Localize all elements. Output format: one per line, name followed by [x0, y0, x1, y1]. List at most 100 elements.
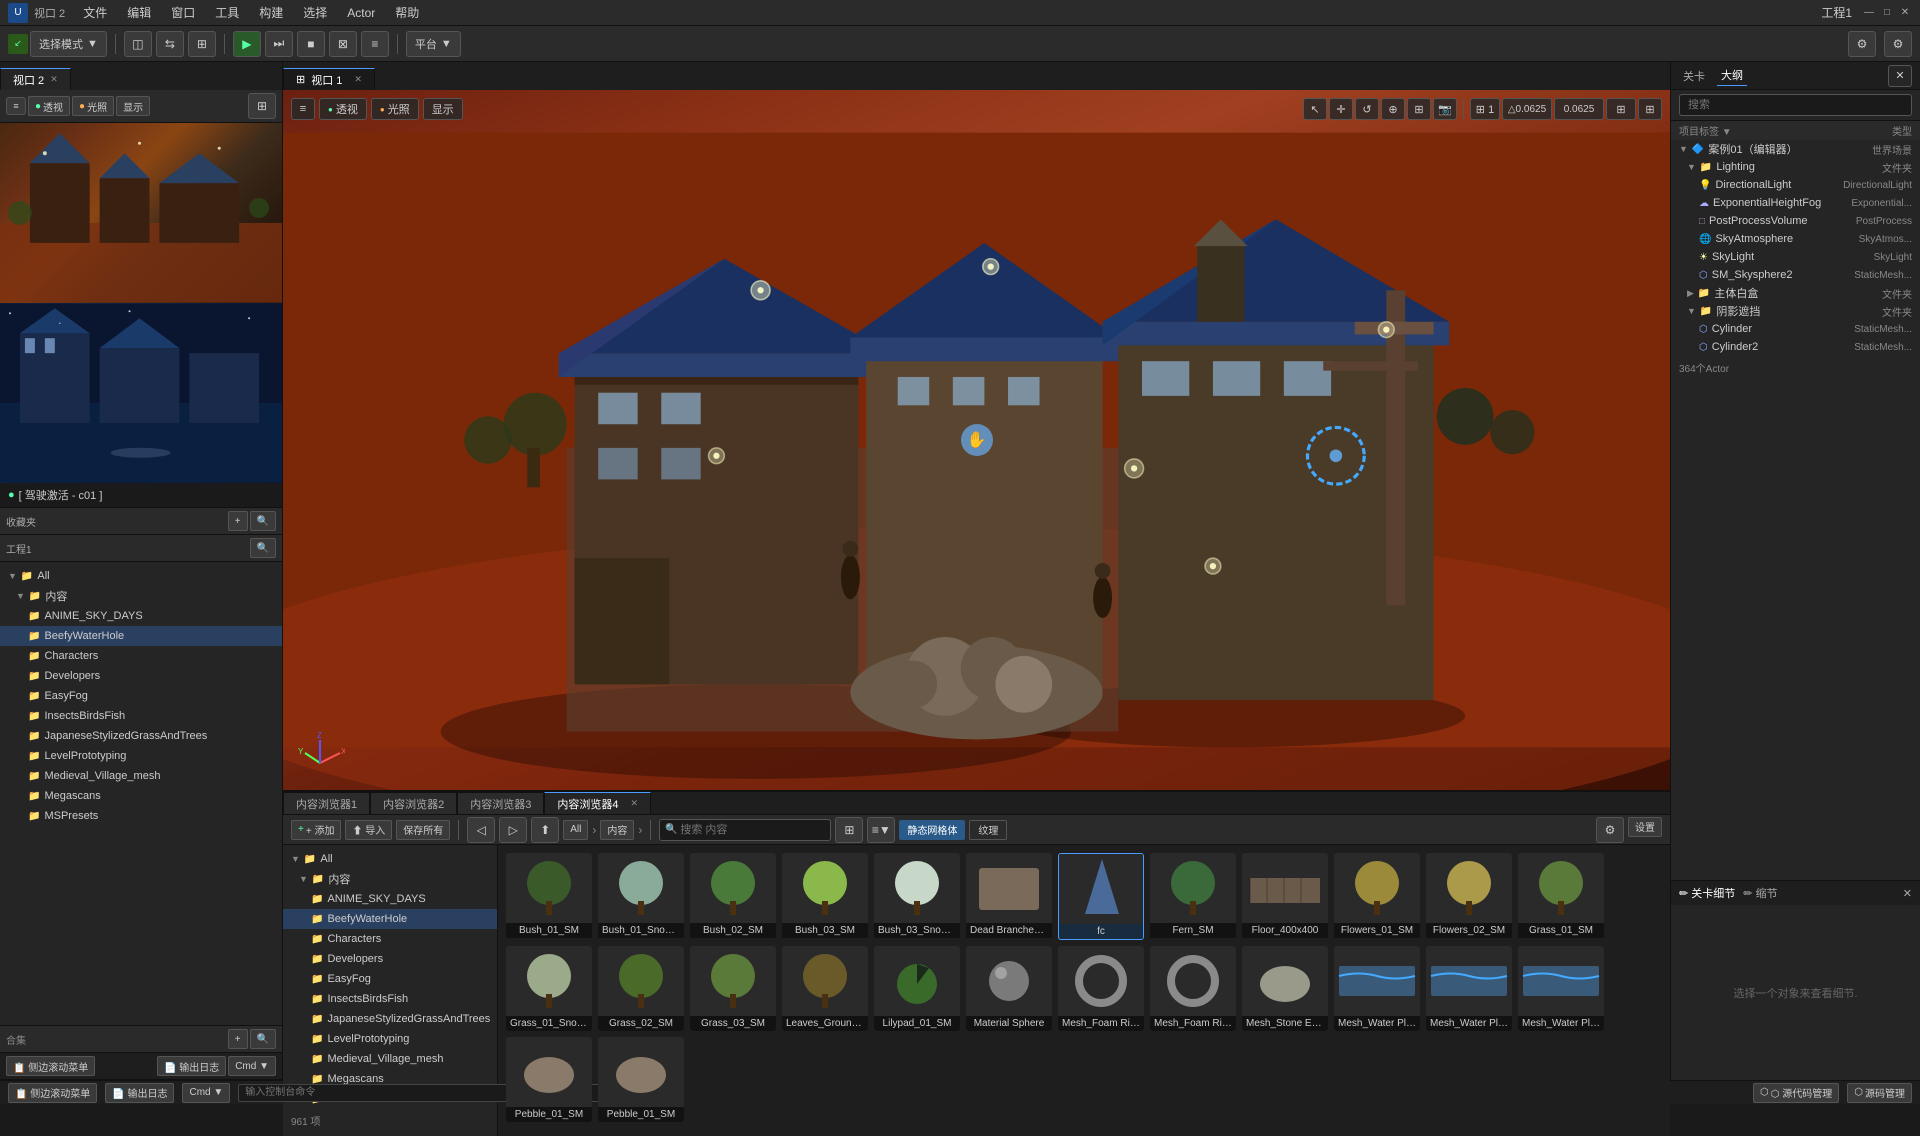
search-combine-btn[interactable]: 🔍: [250, 1029, 276, 1049]
search-project-btn[interactable]: 🔍: [250, 538, 276, 558]
cb-folder-medieval[interactable]: 📁 Medieval_Village_mesh: [283, 1049, 497, 1069]
asset-item-7[interactable]: Fern_SM: [1150, 853, 1236, 940]
cmd-btn[interactable]: Cmd ▼: [228, 1056, 276, 1076]
left-perspective-btn[interactable]: ● 透视: [28, 96, 70, 116]
content-nav-2[interactable]: ▷: [499, 817, 527, 843]
folder-anime-sky[interactable]: 📁 ANIME_SKY_DAYS: [0, 606, 282, 626]
left-viewport-menu[interactable]: ≡: [6, 97, 26, 115]
folder-megascans[interactable]: 📁 Megascans: [0, 786, 282, 806]
menu-item-file[interactable]: 文件: [73, 0, 117, 25]
save-content-btn[interactable]: 保存所有: [396, 820, 450, 840]
cb-folder-easyfog[interactable]: 📁 EasyFog: [283, 969, 497, 989]
folder-easyfog[interactable]: 📁 EasyFog: [0, 686, 282, 706]
asset-item-21[interactable]: Mesh_Water Plane_2K: [1334, 946, 1420, 1031]
asset-item-5[interactable]: Dead Branches_SM: [966, 853, 1052, 940]
asset-item-19[interactable]: Mesh_Foam Ring_Small: [1150, 946, 1236, 1031]
asset-item-1[interactable]: Bush_01_Snow_SM: [598, 853, 684, 940]
outliner-main-body[interactable]: ▶ 📁 主体白盒 文件夹: [1671, 284, 1920, 302]
vp-menu-btn[interactable]: ≡: [291, 98, 315, 120]
filter-texture[interactable]: 纹理: [969, 820, 1007, 840]
folder-insects[interactable]: 📁 InsectsBirdsFish: [0, 706, 282, 726]
vp-camera-tool[interactable]: 📷: [1433, 98, 1457, 120]
platform-button[interactable]: 平台 ▼: [406, 31, 461, 57]
folder-japanese-grass[interactable]: 📁 JapaneseStylizedGrassAndTrees: [0, 726, 282, 746]
settings-button[interactable]: ⚙: [1848, 31, 1876, 57]
menu-item-edit[interactable]: 编辑: [117, 0, 161, 25]
outliner-skyatmosphere[interactable]: 🌐 SkyAtmosphere SkyAtmos...: [1671, 230, 1920, 248]
outliner-search-input[interactable]: [1679, 94, 1912, 116]
play-button[interactable]: ▶: [233, 31, 261, 57]
left-lighting-btn[interactable]: ● 光照: [72, 96, 114, 116]
outliner-cylinder2[interactable]: ⬡ Cylinder2 StaticMesh...: [1671, 338, 1920, 356]
select-mode-button[interactable]: 选择模式 ▼: [30, 31, 107, 57]
cb-folder-beefy[interactable]: 📁 BeefyWaterHole: [283, 909, 497, 929]
cb-folder-anime[interactable]: 📁 ANIME_SKY_DAYS: [283, 889, 497, 909]
scroll-menu-btn[interactable]: 📋 侧边滚动菜单: [6, 1056, 95, 1076]
menu-item-build[interactable]: 构建: [249, 0, 293, 25]
folder-all[interactable]: ▼ 📁 All: [0, 566, 282, 586]
content-nav-3[interactable]: ⬆: [531, 817, 559, 843]
asset-item-14[interactable]: Grass_03_SM: [690, 946, 776, 1031]
import-content-btn[interactable]: ⬆ 导入: [345, 820, 392, 840]
scroll-menu-status[interactable]: 📋 侧边滚动菜单: [8, 1083, 97, 1103]
asset-item-15[interactable]: Leaves_Ground_SM: [782, 946, 868, 1031]
content-search-input[interactable]: [659, 819, 831, 841]
menu-item-help[interactable]: 帮助: [385, 0, 429, 25]
asset-item-17[interactable]: Material Sphere: [966, 946, 1052, 1031]
toolbar-icon-4[interactable]: ⊠: [329, 31, 357, 57]
menu-item-actor[interactable]: Actor: [337, 0, 385, 25]
toolbar-icon-1[interactable]: ◫: [124, 31, 152, 57]
right-panel-close[interactable]: ✕: [1888, 65, 1912, 87]
right-tab-outliner[interactable]: 大纲: [1717, 65, 1747, 86]
asset-item-4[interactable]: Bush_03_Snow_SM: [874, 853, 960, 940]
keyframe-tab[interactable]: ✏ 关卡细节: [1679, 885, 1735, 901]
vp-perspective-btn[interactable]: ● 透视: [319, 98, 367, 120]
folder-content[interactable]: ▼ 📁 内容: [0, 586, 282, 606]
cb-folder-content[interactable]: ▼ 📁 内容: [283, 869, 497, 889]
asset-item-3[interactable]: Bush_03_SM: [782, 853, 868, 940]
content-tab-2[interactable]: 内容浏览器2: [370, 792, 457, 814]
folder-level-proto[interactable]: 📁 LevelPrototyping: [0, 746, 282, 766]
outliner-postprocess[interactable]: □ PostProcessVolume PostProcess: [1671, 212, 1920, 230]
content-filter-btn[interactable]: ⊞: [835, 817, 863, 843]
asset-item-22[interactable]: Mesh_Water Plane_32K: [1426, 946, 1512, 1031]
asset-item-13[interactable]: Grass_02_SM: [598, 946, 684, 1031]
stop-button[interactable]: ■: [297, 31, 325, 57]
content-settings-btn[interactable]: ⚙: [1596, 817, 1624, 843]
outliner-skylight[interactable]: ☀ SkyLight SkyLight: [1671, 248, 1920, 266]
left-tab-close[interactable]: ✕: [50, 74, 58, 85]
viewport-preview-top[interactable]: [0, 123, 282, 303]
cb-folder-all[interactable]: ▼ 📁 All: [283, 849, 497, 869]
vp-rotate-tool[interactable]: ↺: [1355, 98, 1379, 120]
asset-item-11[interactable]: Grass_01_SM: [1518, 853, 1604, 940]
content-nav-1[interactable]: ◁: [467, 817, 495, 843]
add-collection-btn[interactable]: +: [228, 511, 248, 531]
vp-transform-tool[interactable]: ⊞: [1407, 98, 1431, 120]
add-combine-btn[interactable]: +: [228, 1029, 248, 1049]
source-code-btn[interactable]: ⬡ 源码管理: [1847, 1083, 1912, 1103]
asset-item-9[interactable]: Flowers_01_SM: [1334, 853, 1420, 940]
menu-item-select[interactable]: 选择: [293, 0, 337, 25]
toolbar-extra-button[interactable]: ⚙: [1884, 31, 1912, 57]
settings-label-btn[interactable]: 设置: [1628, 817, 1662, 837]
outliner-root[interactable]: ▼ 🔷 案例01（编辑器） 世界场景: [1671, 140, 1920, 158]
right-tab-level[interactable]: 关卡: [1679, 66, 1709, 86]
viewport-preview-bottom[interactable]: [0, 303, 282, 483]
menu-item-window[interactable]: 窗口: [161, 0, 205, 25]
viewport-tab-close[interactable]: ✕: [354, 74, 362, 85]
asset-item-12[interactable]: Grass_01_Snow_SM: [506, 946, 592, 1031]
drag-cursor[interactable]: ✋: [961, 424, 993, 456]
toolbar-icon-3[interactable]: ⊞: [188, 31, 216, 57]
vp-grid-btn[interactable]: ⊞ 1: [1470, 98, 1500, 120]
vp-translate-tool[interactable]: ✛: [1329, 98, 1353, 120]
source-control-btn[interactable]: ⬡ ⬡ 源代码管理: [1753, 1083, 1839, 1103]
asset-item-8[interactable]: Floor_400x400: [1242, 853, 1328, 940]
asset-item-16[interactable]: Lilypad_01_SM: [874, 946, 960, 1031]
cb-folder-developers[interactable]: 📁 Developers: [283, 949, 497, 969]
asset-item-2[interactable]: Bush_02_SM: [690, 853, 776, 940]
vp-snap-angle[interactable]: △ 0.0625: [1502, 98, 1552, 120]
outliner-exp-fog[interactable]: ☁ ExponentialHeightFog Exponential...: [1671, 194, 1920, 212]
folder-developers[interactable]: 📁 Developers: [0, 666, 282, 686]
filter-static-mesh[interactable]: 静态网格体: [899, 820, 965, 840]
menu-item-tools[interactable]: 工具: [205, 0, 249, 25]
